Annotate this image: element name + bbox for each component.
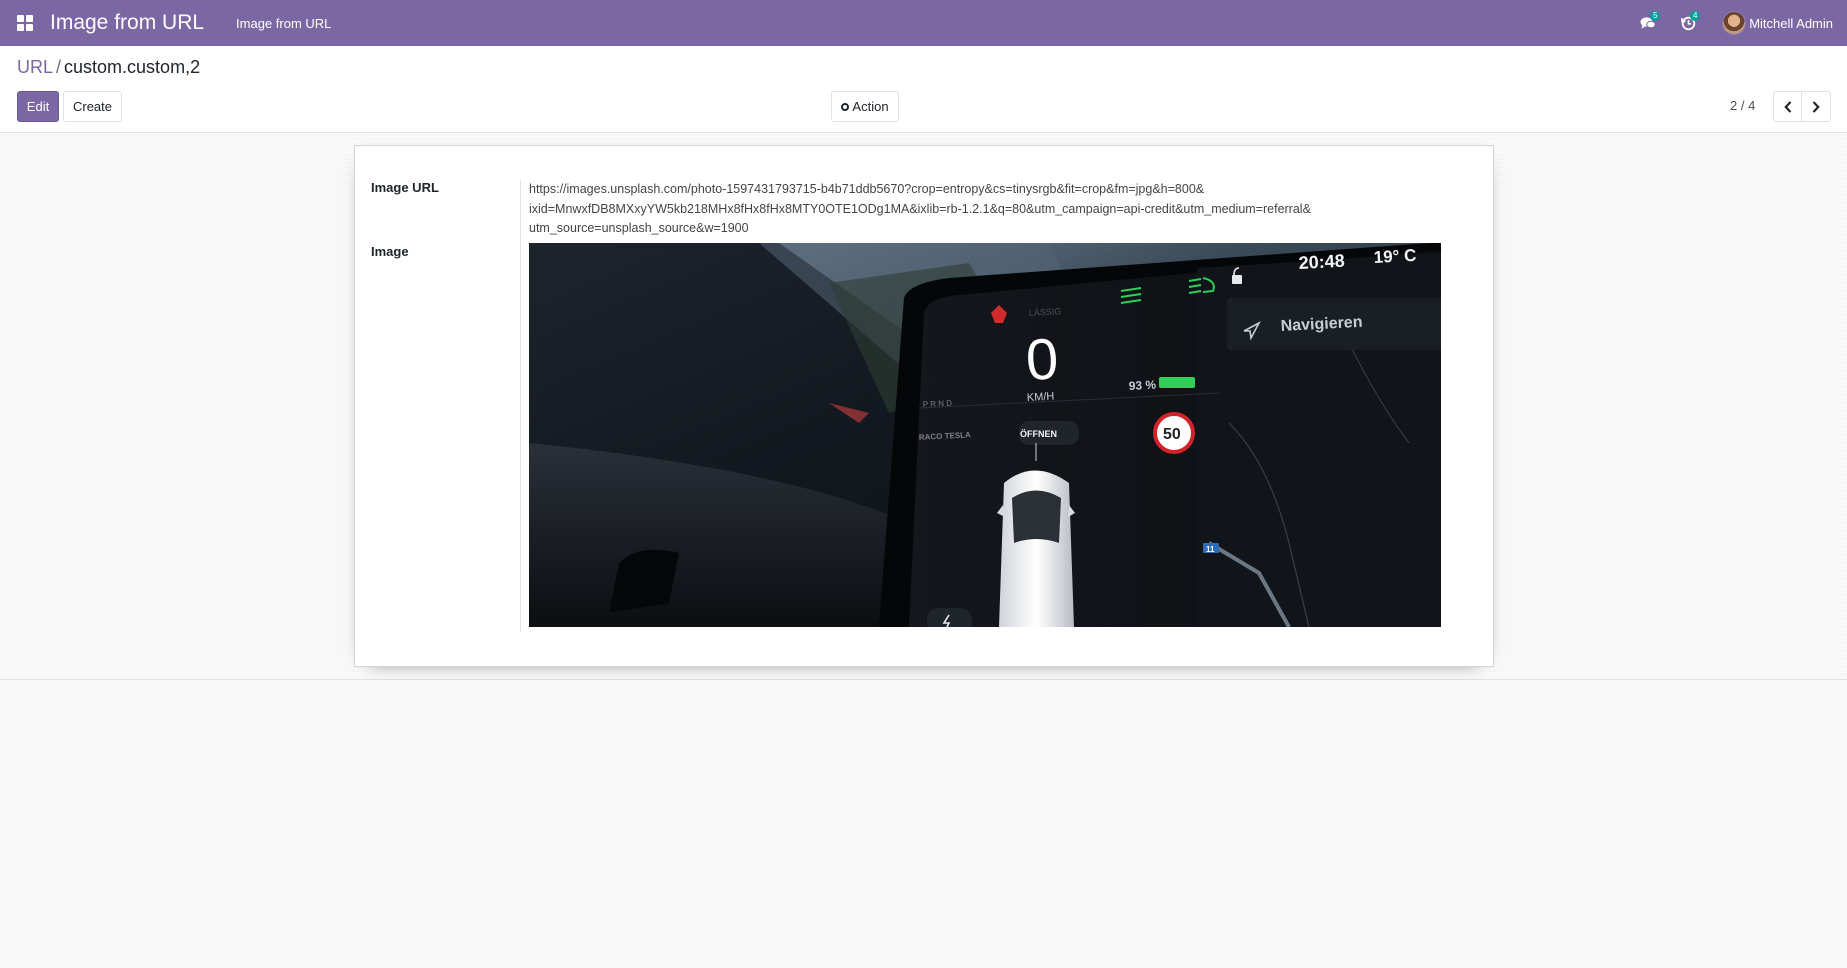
image-field: 20:48 19° C Navigieren 0 KM/H 93 % LÄSSI… [529, 243, 1441, 627]
app-title[interactable]: Image from URL [50, 11, 236, 35]
image-url-line: https://images.unsplash.com/photo-159743… [529, 182, 1205, 196]
image-url-label: Image URL [371, 180, 439, 195]
pager-previous-button[interactable] [1773, 91, 1802, 122]
photo-prnd-text: P R N D [923, 398, 953, 409]
messages-badge: 5 [1650, 11, 1661, 21]
edit-button[interactable]: Edit [17, 91, 59, 122]
image-label: Image [371, 244, 409, 259]
chevron-right-icon [1812, 100, 1820, 113]
breadcrumb-current: custom.custom,2 [64, 57, 201, 77]
activity-menu[interactable]: 4 [1668, 0, 1708, 46]
control-panel: URL / custom.custom,2 Edit Create Action 2… [0, 46, 1847, 133]
apps-menu-button[interactable] [0, 0, 50, 46]
messaging-menu[interactable]: 5 [1628, 0, 1668, 46]
pager-next-button[interactable] [1802, 91, 1831, 122]
photo-temperature-text: 19° C [1373, 246, 1417, 267]
pager-value[interactable]: 2 / 4 [1730, 98, 1755, 113]
avatar [1722, 11, 1747, 35]
chevron-left-icon [1783, 100, 1791, 113]
image-url-field: https://images.unsplash.com/photo-159743… [529, 180, 1359, 239]
systray: 5 4 Mitchell Admin [1628, 0, 1847, 46]
gear-icon [841, 102, 850, 111]
photo-speed-text: 0 [1024, 326, 1060, 393]
photo-open-text: ÖFFNEN [1020, 429, 1057, 439]
photo-lassig-text: LÄSSIG [1029, 306, 1062, 318]
user-name: Mitchell Admin [1749, 15, 1833, 31]
action-button[interactable]: Action [831, 91, 899, 122]
photo-speed-unit-text: KM/H [1027, 391, 1055, 404]
image-url-line: ixid=MnwxfDB8MXxyYW5kb218MHx8fHx8fHx8MTY… [529, 201, 1311, 216]
photo-route-marker-text: 11 [1206, 545, 1215, 554]
breadcrumb: URL / custom.custom,2 [17, 57, 200, 78]
action-label: Action [852, 99, 889, 114]
photo-clock-text: 20:48 [1298, 251, 1345, 273]
image-url-line: utm_source=unsplash_source&w=1900 [529, 221, 749, 235]
breadcrumb-parent-link[interactable]: URL [17, 57, 53, 77]
car-dashboard-photo: 20:48 19° C Navigieren 0 KM/H 93 % LÄSSI… [529, 243, 1441, 627]
photo-battery-text: 93 % [1128, 378, 1156, 393]
create-button[interactable]: Create [63, 91, 122, 122]
breadcrumb-separator: / [56, 57, 62, 77]
photo-speed-limit-text: 50 [1163, 426, 1181, 443]
user-menu[interactable]: Mitchell Admin [1722, 11, 1833, 35]
apps-grid-icon [17, 15, 33, 31]
field-divider [520, 180, 521, 632]
menu-item-image-from-url[interactable]: Image from URL [236, 16, 331, 31]
top-navbar: Image from URL Image from URL 5 4 Mitche… [0, 0, 1847, 46]
activities-badge: 4 [1690, 11, 1701, 21]
